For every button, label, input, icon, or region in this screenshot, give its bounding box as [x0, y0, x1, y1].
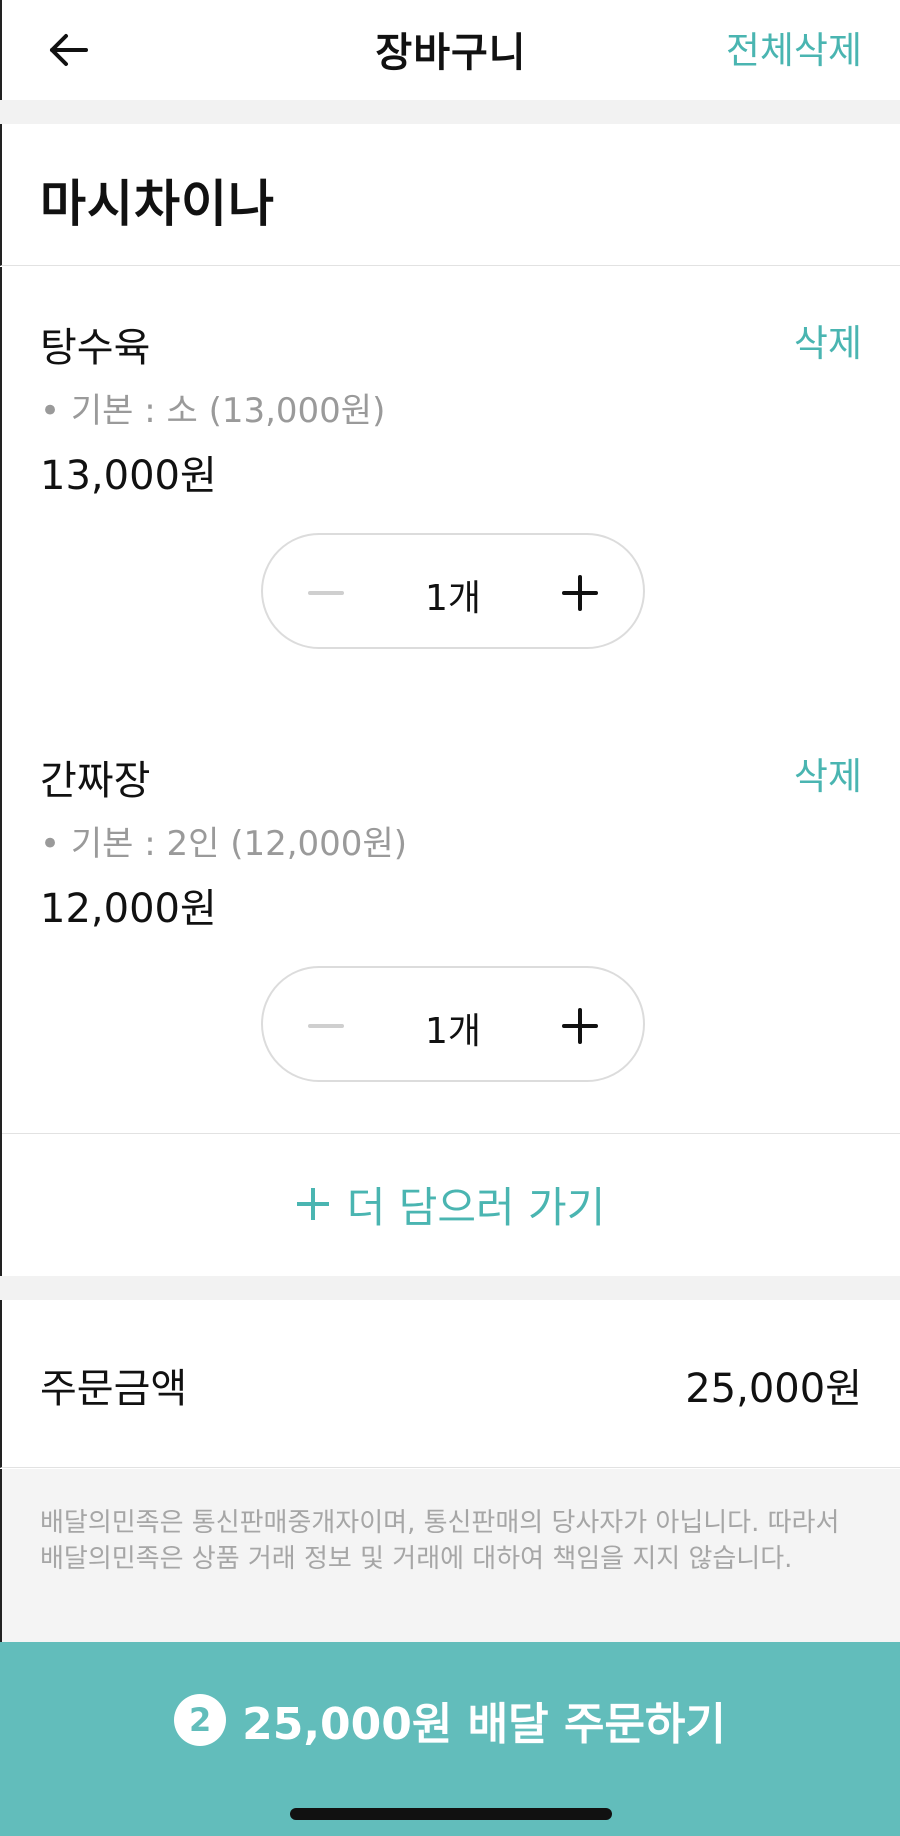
item-count-badge: 2 [174, 1694, 227, 1746]
clear-all-button[interactable]: 전체삭제 [726, 20, 862, 74]
increase-quantity-button[interactable] [555, 568, 605, 618]
quantity-stepper: 1개 [261, 533, 645, 649]
quantity-value: 1개 [424, 578, 482, 619]
order-amount-row: 주문금액 25,000원 [0, 1300, 900, 1468]
item-name: 간짜장 [40, 758, 151, 804]
minus-icon [308, 1024, 344, 1028]
section-divider [0, 1276, 900, 1300]
quantity-value: 1개 [424, 1011, 482, 1052]
cart-item: 간짜장 삭제 • 기본 : 2인 (12,000원) 12,000원 1개 [0, 700, 900, 1134]
home-indicator [290, 1808, 612, 1820]
add-more-button[interactable]: 더 담으러 가기 [0, 1132, 900, 1276]
increase-quantity-button[interactable] [555, 1001, 605, 1051]
decrease-quantity-button[interactable] [301, 1001, 351, 1051]
order-button-label: 25,000원 배달 주문하기 [242, 1699, 726, 1750]
order-amount-label: 주문금액 [40, 1366, 188, 1412]
item-price: 13,000원 [40, 453, 217, 499]
notice-line: 배달의민족은 통신판매중개자이며, 통신판매의 당사자가 아닙니다. 따라서 [40, 1508, 840, 1538]
order-button[interactable]: 2 25,000원 배달 주문하기 [0, 1642, 900, 1836]
notice-line: 배달의민족은 상품 거래 정보 및 거래에 대하여 책임을 지지 않습니다. [40, 1544, 793, 1574]
store-name: 마시차이나 [40, 175, 275, 233]
section-divider [0, 100, 900, 124]
delete-item-button[interactable]: 삭제 [794, 746, 862, 800]
add-more-label: 더 담으러 가기 [346, 1182, 606, 1232]
order-button-content: 2 25,000원 배달 주문하기 [0, 1688, 900, 1752]
item-option: • 기본 : 2인 (12,000원) [40, 824, 407, 864]
decrease-quantity-button[interactable] [301, 568, 351, 618]
item-option: • 기본 : 소 (13,000원) [40, 391, 386, 431]
order-amount-value: 25,000원 [685, 1366, 862, 1412]
store-section: 마시차이나 [0, 124, 900, 266]
delete-item-button[interactable]: 삭제 [794, 313, 862, 367]
cart-item: 탕수육 삭제 • 기본 : 소 (13,000원) 13,000원 1개 [0, 267, 900, 701]
top-bar: 장바구니 전체삭제 [0, 0, 900, 100]
minus-icon [308, 591, 344, 595]
item-name: 탕수육 [40, 325, 151, 371]
legal-notice: 배달의민족은 통신판매중개자이며, 통신판매의 당사자가 아닙니다. 따라서 배… [0, 1469, 900, 1642]
item-price: 12,000원 [40, 886, 217, 932]
plus-icon [296, 1188, 329, 1220]
quantity-stepper: 1개 [261, 966, 645, 1082]
